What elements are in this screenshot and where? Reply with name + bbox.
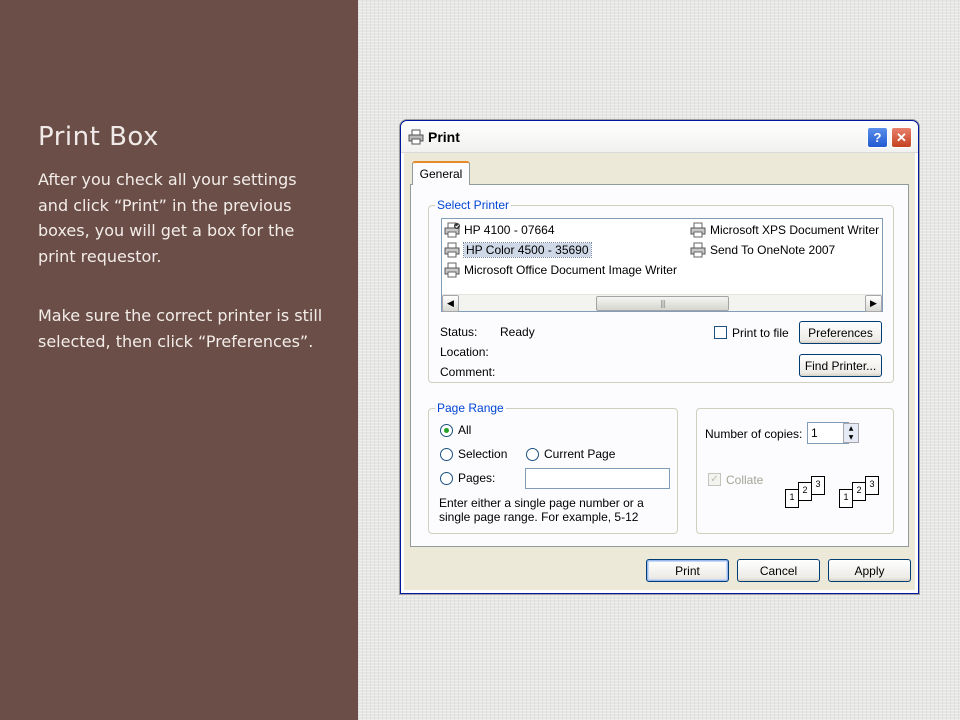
down-arrow-icon[interactable]: ▼ bbox=[844, 433, 858, 442]
radio-pages[interactable] bbox=[440, 472, 453, 485]
printer-default-icon bbox=[444, 222, 460, 238]
apply-button[interactable]: Apply bbox=[828, 559, 911, 582]
print-to-file-checkbox[interactable] bbox=[714, 326, 727, 339]
printer-list[interactable]: HP 4100 - 07664 HP Color 4500 - 35690 Mi… bbox=[441, 218, 883, 312]
slide-title: Print Box bbox=[38, 122, 159, 152]
cancel-button[interactable]: Cancel bbox=[737, 559, 820, 582]
comment-label: Comment: bbox=[440, 365, 496, 379]
pages-input[interactable] bbox=[525, 468, 670, 489]
scroll-left-button[interactable]: ◀ bbox=[442, 295, 459, 312]
printer-item[interactable]: Microsoft XPS Document Writer bbox=[690, 221, 879, 239]
find-printer-button[interactable]: Find Printer... bbox=[799, 354, 882, 377]
printer-item[interactable]: HP 4100 - 07664 bbox=[444, 221, 555, 239]
up-arrow-icon[interactable]: ▲ bbox=[844, 424, 858, 433]
horizontal-scrollbar[interactable]: ◀ ||| ▶ bbox=[442, 294, 882, 312]
help-button[interactable]: ? bbox=[867, 127, 888, 148]
collate-page: 1 bbox=[785, 489, 799, 508]
printer-name: HP Color 4500 - 35690 bbox=[463, 242, 592, 258]
print-button[interactable]: Print bbox=[646, 559, 729, 582]
status-value: Ready bbox=[500, 325, 535, 339]
select-printer-label: Select Printer bbox=[435, 198, 512, 212]
close-button[interactable]: ✕ bbox=[891, 127, 912, 148]
collate-page: 1 bbox=[839, 489, 853, 508]
printer-item[interactable]: Microsoft Office Document Image Writer bbox=[444, 261, 677, 279]
tab-general[interactable]: General bbox=[412, 161, 470, 185]
close-icon: ✕ bbox=[896, 129, 907, 145]
printer-name: HP 4100 - 07664 bbox=[464, 223, 555, 237]
chevron-left-icon: ◀ bbox=[447, 298, 454, 309]
radio-current-page-label[interactable]: Current Page bbox=[544, 447, 615, 461]
printer-icon bbox=[444, 242, 460, 258]
collate-page: 3 bbox=[865, 476, 879, 495]
scroll-right-button[interactable]: ▶ bbox=[865, 295, 882, 312]
radio-all[interactable] bbox=[440, 424, 453, 437]
select-printer-group: Select Printer HP 4100 - 07664 HP Color … bbox=[428, 198, 894, 383]
dialog-titlebar[interactable]: Print ? ✕ bbox=[401, 121, 918, 153]
collate-checkbox[interactable]: ✓ bbox=[708, 473, 721, 486]
printer-name: Microsoft XPS Document Writer bbox=[710, 223, 880, 237]
radio-selection[interactable] bbox=[440, 448, 453, 461]
collate-label[interactable]: Collate bbox=[726, 473, 763, 487]
printer-name: Send To OneNote 2007 bbox=[710, 243, 836, 257]
printer-title-icon bbox=[408, 129, 424, 145]
page-range-label: Page Range bbox=[435, 401, 506, 415]
chevron-right-icon: ▶ bbox=[870, 298, 877, 309]
preferences-button[interactable]: Preferences bbox=[799, 321, 882, 344]
printer-item[interactable]: Send To OneNote 2007 bbox=[690, 241, 835, 259]
slide-paragraph-1: After you check all your settings and cl… bbox=[38, 170, 297, 266]
page-range-hint: Enter either a single page number or a s… bbox=[439, 496, 644, 524]
collate-page: 2 bbox=[852, 482, 866, 501]
printer-item-selected[interactable]: HP Color 4500 - 35690 bbox=[444, 241, 592, 259]
number-of-copies-label: Number of copies: bbox=[705, 427, 803, 441]
printer-icon bbox=[690, 242, 706, 258]
radio-current-page[interactable] bbox=[526, 448, 539, 461]
location-label: Location: bbox=[440, 345, 489, 359]
tab-general-panel: Select Printer HP 4100 - 07664 HP Color … bbox=[410, 184, 909, 547]
copies-group: Number of copies: 1 ▲ ▼ ✓ Collate 3 2 1 … bbox=[696, 408, 894, 534]
print-dialog: Print ? ✕ General Select Printer HP 4100… bbox=[400, 120, 919, 594]
copies-stepper[interactable]: ▲ ▼ bbox=[843, 423, 859, 443]
printer-icon bbox=[690, 222, 706, 238]
scroll-thumb[interactable]: ||| bbox=[596, 296, 729, 311]
slide-paragraph-2: Make sure the correct printer is still s… bbox=[38, 306, 323, 351]
dialog-title: Print bbox=[428, 129, 460, 145]
status-label: Status: bbox=[440, 325, 478, 339]
radio-pages-label[interactable]: Pages: bbox=[458, 471, 495, 485]
printer-name: Microsoft Office Document Image Writer bbox=[464, 263, 677, 277]
radio-selection-label[interactable]: Selection bbox=[458, 447, 507, 461]
help-icon: ? bbox=[873, 130, 882, 145]
slide-left-panel: Print Box After you check all your setti… bbox=[0, 0, 358, 720]
collate-page: 3 bbox=[811, 476, 825, 495]
print-to-file-label[interactable]: Print to file bbox=[732, 326, 789, 340]
printer-icon bbox=[444, 262, 460, 278]
collate-page: 2 bbox=[798, 482, 812, 501]
page-range-group: Page Range All Selection Current Page Pa… bbox=[428, 401, 678, 534]
radio-all-label[interactable]: All bbox=[458, 423, 471, 437]
